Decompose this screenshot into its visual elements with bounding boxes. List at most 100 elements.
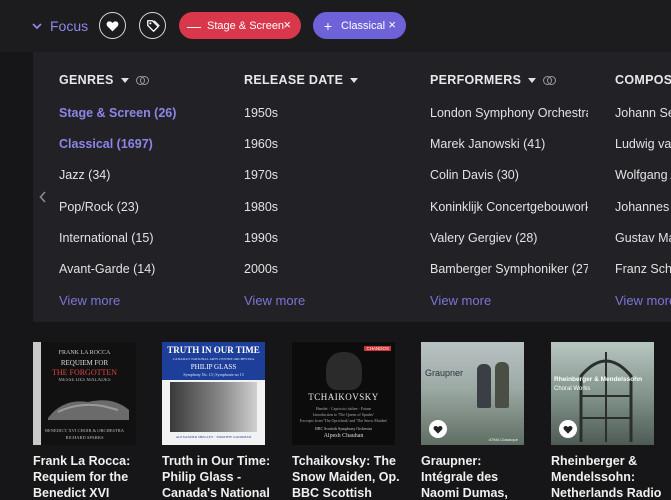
performer-item[interactable]: Valery Gergiev (28) — [430, 231, 537, 245]
performers-column: PERFORMERS London Symphony Orchestra Mar… — [430, 52, 588, 322]
heart-icon — [433, 425, 443, 434]
performer-item[interactable]: Marek Janowski (41) — [430, 137, 545, 151]
cover-photo — [495, 362, 509, 408]
cover-photo — [326, 352, 362, 390]
chevron-down-icon — [32, 22, 42, 29]
window-image — [579, 352, 633, 442]
album-cover[interactable]: Graupner ATMA Classique — [421, 342, 524, 445]
composer-item[interactable]: Wolfgang Amadeus Mozart — [615, 168, 671, 182]
release-date-item[interactable]: 1990s — [244, 231, 278, 245]
cover-text: REQUIEM FOR — [60, 359, 109, 367]
genre-item[interactable]: Classical (1697) — [59, 137, 153, 151]
sort-caret-icon — [350, 77, 359, 83]
include-icon: + — [323, 17, 333, 34]
genres-header-label: GENRES — [59, 73, 114, 87]
performers-view-more-link[interactable]: View more — [430, 293, 491, 308]
release-date-item[interactable]: 1980s — [244, 200, 278, 214]
active-filter-chip-stage-screen[interactable]: — Stage & Screen × — [179, 12, 301, 39]
cover-text: Symphony No. 13 | Symphonie no 13 — [183, 372, 244, 377]
focus-label: Focus — [50, 18, 89, 34]
cover-text: Introduction to 'The Queen of Spades' — [313, 412, 374, 417]
genre-item[interactable]: Jazz (34) — [59, 168, 110, 182]
genre-item[interactable]: Avant-Garde (14) — [59, 262, 155, 276]
genre-item[interactable]: International (15) — [59, 231, 154, 245]
composer-item[interactable]: Ludwig van Beethoven — [615, 137, 671, 151]
genre-item[interactable]: Stage & Screen (26) — [59, 106, 176, 120]
filter-panel: GENRES Stage & Screen (26) Classical (16… — [33, 52, 671, 322]
chip-label: Stage & Screen — [207, 19, 285, 32]
cover-text: TCHAIKOVSKY — [308, 392, 379, 402]
focus-toggle[interactable]: Focus — [32, 16, 88, 36]
cover-text: Excerpts from 'The Oprichnik' and 'The S… — [299, 418, 388, 423]
composers-header-label: COMPOSERS — [615, 73, 671, 87]
release-date-header[interactable]: RELEASE DATE — [244, 73, 359, 87]
remove-chip-icon[interactable]: × — [388, 17, 396, 32]
cover-label: CHANDOS — [364, 346, 391, 351]
cover-text: BENEDICT XVI CHOIR & ORCHESTRA — [45, 428, 124, 433]
performer-item[interactable]: Bamberger Symphoniker (27) — [430, 262, 588, 276]
cover-text: MESSE DES MALADES — [58, 378, 111, 383]
album-title[interactable]: Rheinberger & Mendelssohn: Netherlands R… — [551, 453, 671, 500]
cover-text: THE FORGOTTEN — [51, 368, 118, 377]
cover-text: FRANK LA ROCCA — [58, 350, 111, 356]
heart-icon — [563, 425, 573, 434]
link-icon[interactable] — [135, 76, 149, 85]
performer-item[interactable]: Koninklijk Concertgebouworkest — [430, 200, 588, 214]
composer-item[interactable]: Gustav Mahler — [615, 231, 671, 245]
release-date-view-more-link[interactable]: View more — [244, 293, 305, 308]
cover-text: ALEXANDER SHELLEY · TIMOTHY GOODMAN — [175, 435, 252, 439]
album-cover[interactable]: CHANDOS TCHAIKOVSKY Hamlet · Capriccio i… — [292, 342, 395, 445]
album-title[interactable]: Graupner: Intégrale des Naomi Dumas, Cai… — [421, 453, 533, 500]
cover-text: PHILIP GLASS — [190, 363, 237, 371]
cover-text: BBC Scottish Symphony Orchestra — [315, 426, 372, 431]
cover-text: Alpesh Chauhan — [323, 433, 364, 439]
sort-caret-icon — [528, 77, 537, 83]
tags-filter-button[interactable] — [139, 12, 166, 39]
release-date-item[interactable]: 1960s — [244, 137, 278, 151]
active-filter-chip-classical[interactable]: + Classical × — [313, 12, 406, 39]
statue-image — [48, 400, 129, 420]
chevron-left-icon[interactable] — [39, 191, 47, 203]
cover-text: Hamlet · Capriccio italien · Fatum — [315, 406, 372, 411]
release-date-item[interactable]: 1970s — [244, 168, 278, 182]
composer-item[interactable]: Franz Schubert — [615, 262, 671, 276]
heart-icon — [106, 20, 119, 31]
composers-header[interactable]: COMPOSERS — [615, 73, 671, 87]
performer-item[interactable]: Colin Davis (30) — [430, 168, 519, 182]
cover-text: RICHARD SPARKS — [65, 435, 104, 440]
genres-view-more-link[interactable]: View more — [59, 293, 120, 308]
sort-caret-icon — [120, 77, 129, 83]
cover-photo — [170, 382, 257, 432]
album-title[interactable]: Tchaikovsky: The Snow Maiden, Op. BBC Sc… — [292, 453, 404, 500]
favorite-button[interactable] — [559, 420, 577, 438]
cover-text: Rheinberger & Mendelssohn — [554, 376, 643, 383]
favorite-button[interactable] — [429, 420, 447, 438]
favorites-filter-button[interactable] — [99, 12, 126, 39]
album-title[interactable]: Truth in Our Time: Philip Glass - Canada… — [162, 453, 274, 500]
album-cover[interactable]: Rheinberger & Mendelssohn Choral Works — [551, 342, 654, 445]
cover-text: Choral Works — [554, 386, 591, 392]
release-date-item[interactable]: 1950s — [244, 106, 278, 120]
cover-text: Graupner — [425, 368, 464, 378]
remove-chip-icon[interactable]: × — [283, 17, 291, 32]
cover-text: ATMA Classique — [488, 437, 518, 442]
performers-header-label: PERFORMERS — [430, 73, 522, 87]
album-cover[interactable]: TRUTH IN OUR TIME CANADA'S NATIONAL ARTS… — [162, 342, 265, 445]
performer-item[interactable]: London Symphony Orchestra — [430, 106, 588, 120]
genres-header[interactable]: GENRES — [59, 73, 149, 87]
album-title[interactable]: Frank La Rocca: Requiem for the Benedict… — [33, 453, 145, 500]
composers-column: COMPOSERS Johann Sebastian Bach Ludwig v… — [615, 52, 671, 322]
composer-item[interactable]: Johannes Brahms — [615, 200, 671, 214]
genre-item[interactable]: Pop/Rock (23) — [59, 200, 139, 214]
composer-item[interactable]: Johann Sebastian Bach — [615, 106, 671, 120]
performers-header[interactable]: PERFORMERS — [430, 73, 557, 87]
cover-text: TRUTH IN OUR TIME — [167, 345, 260, 355]
cover-text: CANADA'S NATIONAL ARTS CENTRE ORCHESTRA — [172, 357, 255, 361]
link-icon[interactable] — [543, 76, 557, 85]
release-date-header-label: RELEASE DATE — [244, 73, 344, 87]
composers-view-more-link[interactable]: View more — [615, 293, 671, 308]
release-date-item[interactable]: 2000s — [244, 262, 278, 276]
tag-icon — [146, 19, 160, 32]
chip-label: Classical — [341, 19, 386, 32]
album-cover[interactable]: FRANK LA ROCCA REQUIEM FOR THE FORGOTTEN… — [33, 342, 136, 445]
